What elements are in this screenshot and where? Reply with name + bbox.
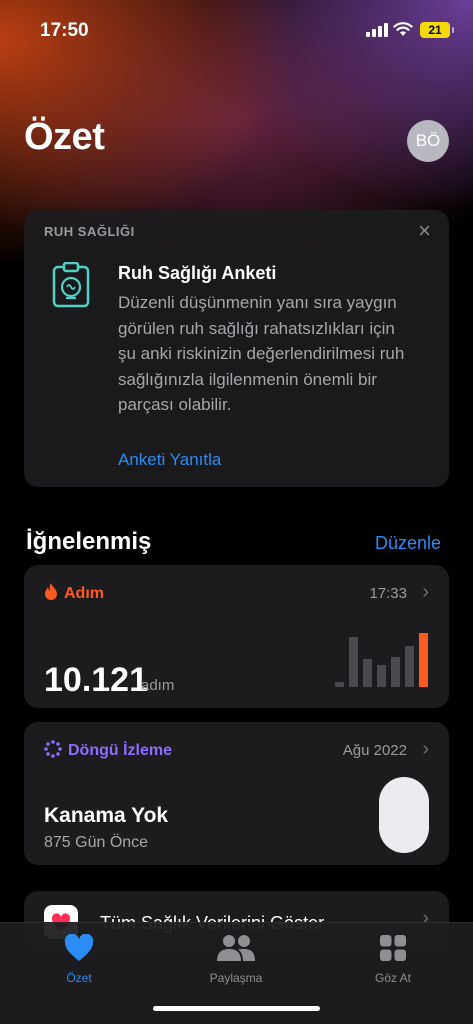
survey-title: Ruh Sağlığı Anketi xyxy=(118,263,277,283)
profile-avatar[interactable]: BÖ xyxy=(407,120,449,162)
steps-value: 10.121 xyxy=(44,661,148,699)
mini-bar xyxy=(349,637,358,687)
answer-survey-link[interactable]: Anketi Yanıtla xyxy=(118,450,221,470)
clipboard-brain-icon xyxy=(52,262,90,308)
close-icon[interactable]: × xyxy=(418,218,431,244)
steps-time: 17:33 xyxy=(369,585,407,602)
chevron-right-icon: › xyxy=(422,581,429,603)
grid-icon xyxy=(380,935,406,961)
people-icon xyxy=(217,935,255,961)
cycle-dots-icon xyxy=(44,740,62,758)
cycle-status: Kanama Yok xyxy=(44,804,169,827)
cycle-date: Ağu 2022 xyxy=(342,742,407,759)
signal-icon xyxy=(366,23,388,37)
cycle-detail: 875 Gün Önce xyxy=(44,834,149,851)
mini-bar-current xyxy=(419,633,428,687)
steps-label-text: Adım xyxy=(64,585,104,602)
cycle-label: Döngü İzleme xyxy=(44,740,172,760)
mini-bar xyxy=(405,646,414,687)
steps-label: Adım xyxy=(44,583,104,603)
status-bar: 17:50 21 xyxy=(0,0,473,60)
steps-card[interactable]: Adım 17:33 › 10.121 adım xyxy=(24,565,449,708)
battery-level: 21 xyxy=(428,23,442,37)
home-indicator xyxy=(153,1006,320,1011)
chevron-right-icon: › xyxy=(422,738,429,760)
heart-icon xyxy=(64,934,94,961)
tab-label: Göz At xyxy=(374,971,412,985)
steps-mini-chart xyxy=(335,633,428,687)
mini-bar xyxy=(377,665,386,687)
cycle-label-text: Döngü İzleme xyxy=(68,742,173,759)
cycle-tracking-card[interactable]: Döngü İzleme Ağu 2022 › Kanama Yok 875 G… xyxy=(24,722,449,865)
status-time: 17:50 xyxy=(40,20,89,41)
tab-label: Paylaşma xyxy=(209,971,263,985)
edit-button[interactable]: Düzenle xyxy=(375,533,441,554)
tab-sharing[interactable]: Paylaşma xyxy=(186,931,286,985)
mini-bar xyxy=(391,657,400,687)
battery-icon: 21 xyxy=(420,22,454,38)
page-title: Özet xyxy=(24,116,105,158)
mini-bar xyxy=(363,659,372,687)
cycle-pill-graphic xyxy=(379,777,429,853)
tab-label: Özet xyxy=(66,971,92,985)
steps-unit: adım xyxy=(141,677,175,694)
survey-description: Düzenli düşünmenin yanı sıra yaygın görü… xyxy=(118,293,405,414)
card-section-title: RUH SAĞLIĞI xyxy=(44,224,135,239)
tab-summary[interactable]: Özet xyxy=(29,931,129,985)
tab-browse[interactable]: Göz At xyxy=(343,931,443,985)
mini-bar xyxy=(335,682,344,687)
flame-icon xyxy=(45,583,57,600)
wifi-icon xyxy=(393,22,413,36)
pinned-section-title: İğnelenmiş xyxy=(26,528,152,555)
mental-health-survey-card: RUH SAĞLIĞI × Ruh Sağlığı Anketi Düzenli… xyxy=(24,210,449,487)
